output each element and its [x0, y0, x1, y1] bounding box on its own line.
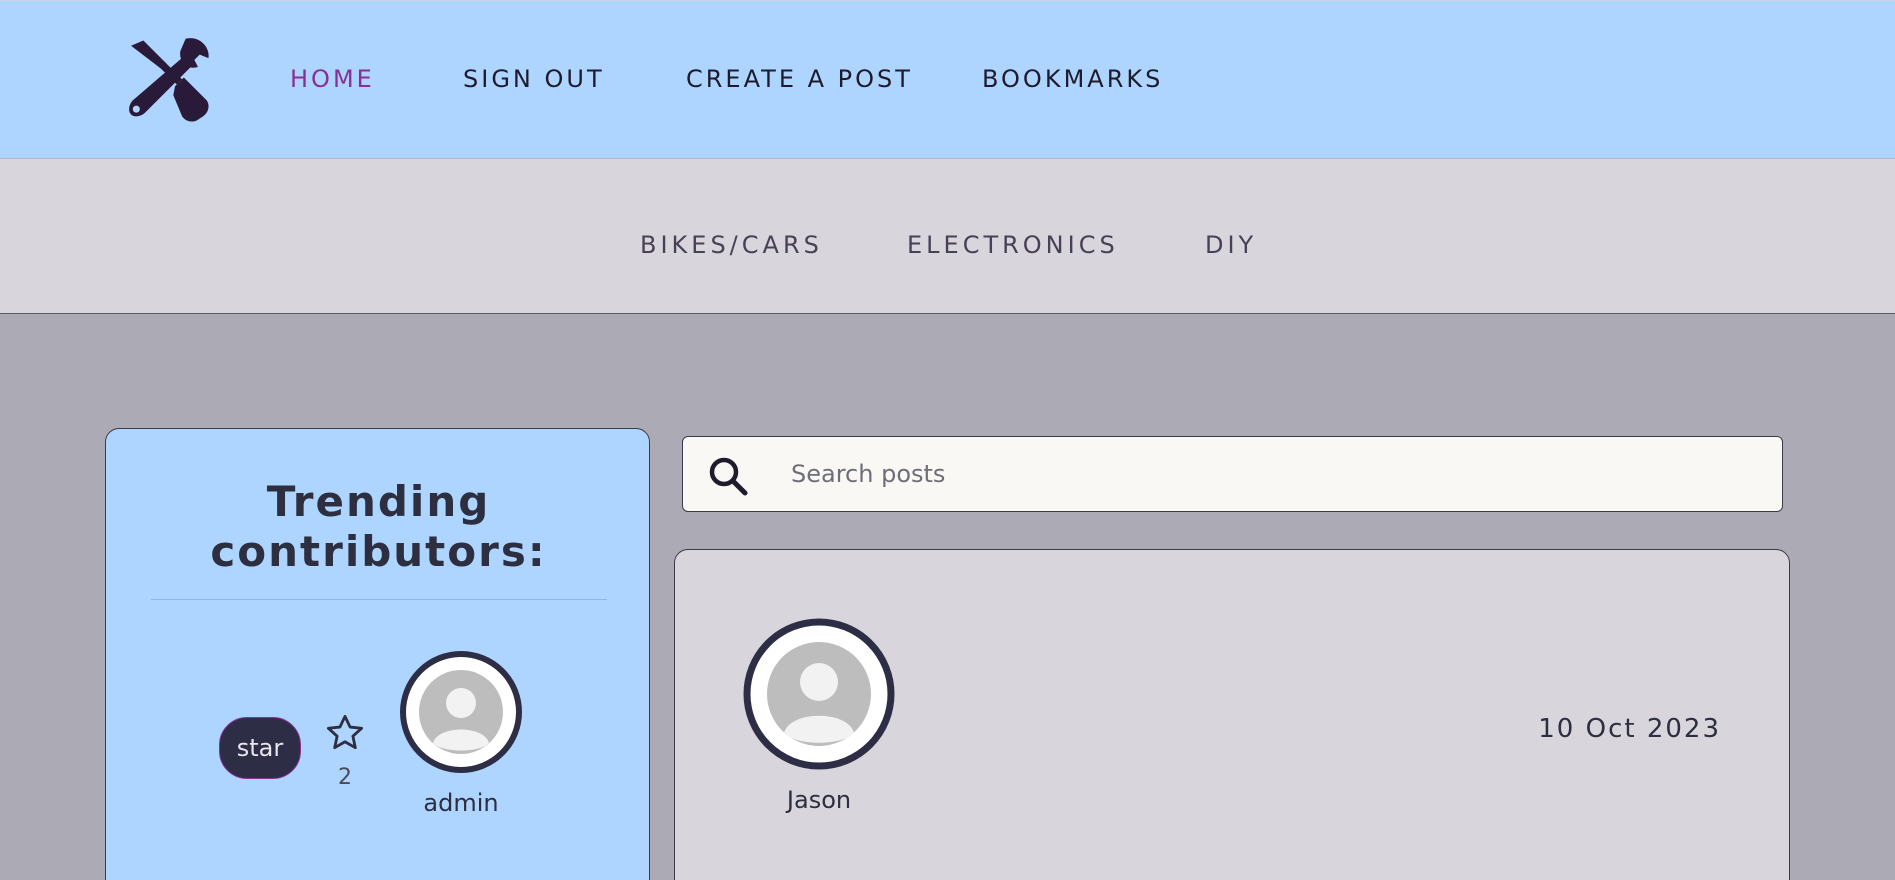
- category-diy[interactable]: DIY: [1205, 231, 1257, 259]
- category-electronics[interactable]: ELECTRONICS: [907, 231, 1119, 259]
- post-date: 10 Oct 2023: [1538, 714, 1721, 744]
- star-icon[interactable]: [324, 712, 366, 754]
- search-bar: [682, 436, 1783, 512]
- avatar[interactable]: [743, 618, 895, 770]
- trending-contributors-card: Trending contributors: star 2 admin: [105, 428, 650, 880]
- contributor-name[interactable]: admin: [380, 789, 542, 817]
- post-card[interactable]: Jason 10 Oct 2023: [674, 549, 1790, 880]
- category-bikes-cars[interactable]: BIKES/CARS: [640, 231, 823, 259]
- nav-create-post[interactable]: CREATE A POST: [686, 65, 913, 93]
- star-count: 2: [338, 765, 352, 790]
- top-navbar: HOME SIGN OUT CREATE A POST BOOKMARKS: [0, 0, 1895, 159]
- search-input[interactable]: [791, 437, 1771, 511]
- nav-home[interactable]: HOME: [290, 65, 375, 93]
- category-bar: BIKES/CARS ELECTRONICS DIY: [0, 159, 1895, 314]
- post-author[interactable]: Jason: [739, 786, 899, 814]
- avatar[interactable]: [400, 651, 522, 773]
- nav-sign-out[interactable]: SIGN OUT: [463, 65, 605, 93]
- trending-contributors-title: Trending contributors:: [210, 477, 547, 576]
- tools-icon[interactable]: [124, 37, 212, 125]
- divider: [151, 599, 607, 600]
- nav-bookmarks[interactable]: BOOKMARKS: [982, 65, 1163, 93]
- search-icon[interactable]: [707, 455, 749, 497]
- star-button[interactable]: star: [219, 717, 301, 779]
